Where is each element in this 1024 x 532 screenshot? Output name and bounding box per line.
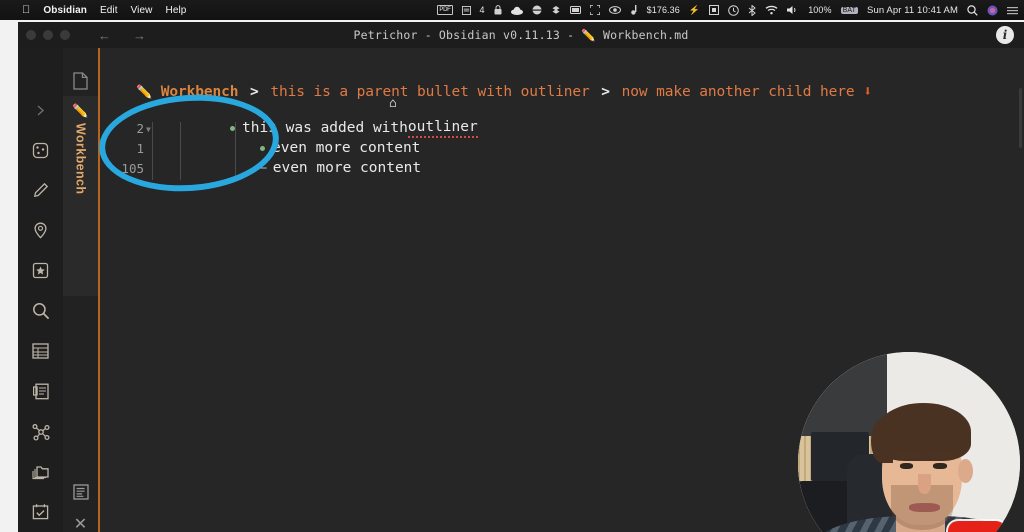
- breadcrumb-separator-1: >: [250, 84, 259, 100]
- calendar-check-icon[interactable]: [18, 492, 63, 532]
- table-icon[interactable]: [18, 331, 63, 371]
- money-indicator[interactable]: $176.36: [647, 5, 680, 15]
- webcam-eye-left: [900, 463, 914, 469]
- circle-icon[interactable]: [531, 5, 542, 15]
- breadcrumb-segment-2[interactable]: now make another child here: [622, 84, 855, 100]
- sticker-icon[interactable]: [18, 251, 63, 291]
- pdf-icon[interactable]: PDF: [437, 5, 453, 15]
- collapse-sidebar-icon[interactable]: [18, 90, 63, 130]
- document-icon[interactable]: [63, 68, 98, 94]
- graph-icon[interactable]: [18, 412, 63, 452]
- breadcrumb-emoji-icon: ✏️: [136, 85, 153, 100]
- macos-menubar:  Obsidian Edit View Help PDF 4: [0, 0, 1024, 20]
- menu-item-help[interactable]: Help: [166, 5, 187, 16]
- tab-workbench-label: Workbench: [73, 123, 88, 195]
- webcam-sideburn: [871, 418, 894, 463]
- editor-line-3-text: even more content: [272, 160, 422, 176]
- forward-arrow-icon[interactable]: →: [133, 28, 146, 43]
- music-icon[interactable]: [630, 5, 638, 15]
- calendar-icon[interactable]: [461, 5, 471, 15]
- window-titlebar: ← → Petrichor - Obsidian v0.11.13 - ✏️ W…: [18, 22, 1024, 48]
- apple-menu-icon[interactable]: : [22, 4, 30, 16]
- minimize-button[interactable]: [43, 30, 53, 40]
- display-icon[interactable]: [569, 5, 581, 15]
- close-button[interactable]: [26, 30, 36, 40]
- bolt-icon[interactable]: ⚡: [689, 5, 700, 16]
- menubar-status-area: PDF 4 $176.36 ⚡ 100% BAT Sun Apr 11 10:4…: [437, 4, 1018, 16]
- eye-icon[interactable]: [608, 6, 621, 14]
- menu-item-edit[interactable]: Edit: [100, 5, 118, 16]
- badge-count: 4: [479, 5, 485, 15]
- misspelled-word: outliner: [407, 119, 478, 138]
- webcam-overlay: SUBSCRIBE: [798, 352, 1020, 532]
- text-cursor-icon: ⌂: [389, 96, 397, 111]
- breadcrumb-segment-1[interactable]: this is a parent bullet with outliner: [270, 84, 589, 100]
- maximize-button[interactable]: [60, 30, 70, 40]
- siri-icon[interactable]: [987, 5, 998, 16]
- bluetooth-icon[interactable]: [748, 4, 756, 16]
- left-ribbon: [18, 48, 63, 532]
- pencil-emoji-icon: ✏️: [72, 103, 89, 118]
- window-title: Petrichor - Obsidian v0.11.13 - ✏️ Workb…: [353, 28, 689, 42]
- control-center-icon[interactable]: [1007, 6, 1018, 15]
- search-icon[interactable]: [967, 4, 978, 16]
- wifi-icon[interactable]: [765, 5, 778, 15]
- webcam-eye-right: [933, 463, 947, 469]
- location-pin-icon[interactable]: [18, 211, 63, 251]
- menu-item-obsidian[interactable]: Obsidian: [43, 5, 87, 16]
- template-icon[interactable]: [18, 371, 63, 411]
- close-icon[interactable]: ✕: [63, 510, 98, 532]
- webcam-nose: [917, 474, 932, 495]
- lock-icon[interactable]: [494, 5, 502, 15]
- info-button[interactable]: i: [996, 26, 1014, 44]
- breadcrumb-separator-2: >: [601, 84, 610, 100]
- menubar-clock[interactable]: Sun Apr 11 10:41 AM: [867, 5, 958, 16]
- random-note-icon[interactable]: [18, 130, 63, 170]
- editor-line-2-text: even more content: [272, 140, 421, 156]
- screen:  Obsidian Edit View Help PDF 4: [0, 0, 1024, 532]
- folders-icon[interactable]: [18, 452, 63, 492]
- traffic-lights: [26, 30, 70, 40]
- breadcrumb: ✏️ Workbench > this is a parent bullet w…: [136, 84, 1014, 100]
- battery-percent: 100%: [808, 5, 832, 15]
- tab-workbench[interactable]: ✏️ Workbench: [63, 96, 98, 296]
- vertical-tab-strip: ✏️ Workbench ✕: [63, 48, 98, 532]
- volume-icon[interactable]: [787, 5, 799, 15]
- cloud-icon[interactable]: [510, 6, 523, 15]
- youtube-play-icon[interactable]: [948, 521, 1006, 532]
- menu-item-view[interactable]: View: [131, 5, 153, 16]
- subscribe-overlay[interactable]: SUBSCRIBE: [948, 521, 1010, 532]
- battery-icon[interactable]: BAT: [840, 6, 859, 14]
- breadcrumb-down-arrow-icon[interactable]: ⬇: [863, 84, 872, 100]
- screenshot-icon[interactable]: [709, 5, 720, 15]
- clock-icon[interactable]: [728, 4, 739, 16]
- expand-icon[interactable]: [589, 5, 600, 15]
- vertical-scrollbar[interactable]: [1019, 88, 1022, 148]
- outline-icon[interactable]: [63, 478, 98, 506]
- search-icon[interactable]: [18, 291, 63, 331]
- webcam-mouth: [909, 502, 941, 512]
- dropbox-icon[interactable]: [551, 5, 561, 15]
- navigation-arrows: ← →: [98, 28, 146, 43]
- pencil-icon[interactable]: [18, 170, 63, 210]
- back-arrow-icon[interactable]: ←: [98, 28, 111, 43]
